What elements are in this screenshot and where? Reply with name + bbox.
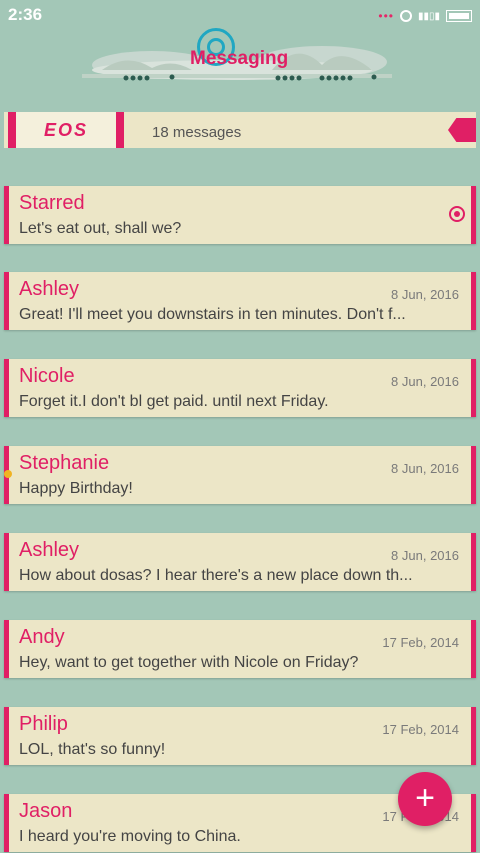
page-title: Messaging [190,48,289,69]
conversation-preview: Hey, want to get together with Nicole on… [19,654,359,671]
sync-icon [399,10,412,22]
message-count: 18 messages [152,124,242,141]
banner-flag-icon [448,118,476,142]
conversation-preview: How about dosas? I hear there's a new pl… [19,567,413,584]
conversation-preview: LOL, that's so funny! [19,741,166,758]
conversation-item[interactable]: Philip 17 Feb, 2014 LOL, that's so funny… [4,707,476,765]
conversation-sender: Ashley [19,278,80,300]
conversation-sender: Ashley [19,539,80,561]
unread-indicator-icon [4,470,12,478]
conversation-sender: Starred [19,192,85,214]
conversation-item[interactable]: Stephanie 8 Jun, 2016 Happy Birthday! [4,446,476,504]
status-icons: ••• ▮▮▯▮ [378,9,472,23]
conversation-date: 17 Feb, 2014 [382,722,459,737]
conversation-preview: Forget it.I don't bl get paid. until nex… [19,393,329,410]
signal-icon: ▮▮▯▮ [417,10,440,22]
plus-icon: + [415,779,435,817]
conversation-item[interactable]: Andy 17 Feb, 2014 Hey, want to get toget… [4,620,476,678]
conversation-sender: Stephanie [19,452,110,474]
new-message-button[interactable]: + [398,772,452,826]
conversation-date: 8 Jun, 2016 [391,287,459,302]
battery-icon [446,10,472,22]
status-time: 2:36 [8,5,43,24]
conversation-item[interactable]: Nicole 8 Jun, 2016 Forget it.I don't bl … [4,359,476,417]
conversation-sender: Andy [19,626,65,648]
conversation-sender: Jason [19,800,73,822]
conversation-date: 17 Feb, 2014 [382,635,459,650]
eos-logo-text: EOS [43,119,88,140]
starred-icon [449,206,465,222]
conversation-date: 8 Jun, 2016 [391,461,459,476]
account-banner: EOS 18 messages [4,112,476,148]
conversation-sender: Nicole [19,365,75,387]
conversation-item[interactable]: Ashley 8 Jun, 2016 Great! I'll meet you … [4,272,476,330]
conversation-date: 8 Jun, 2016 [391,374,459,389]
conversation-starred[interactable]: Starred Let's eat out, shall we? [4,186,476,244]
conversation-preview: Let's eat out, shall we? [19,220,182,237]
conversation-preview: Happy Birthday! [19,480,133,497]
conversation-item[interactable]: Ashley 8 Jun, 2016 How about dosas? I he… [4,533,476,591]
eos-logo: EOS [8,112,124,148]
conversation-preview: Great! I'll meet you downstairs in ten m… [19,306,406,323]
conversation-sender: Philip [19,713,68,735]
conversation-preview: I heard you're moving to China. [19,828,241,845]
conversation-date: 8 Jun, 2016 [391,548,459,563]
